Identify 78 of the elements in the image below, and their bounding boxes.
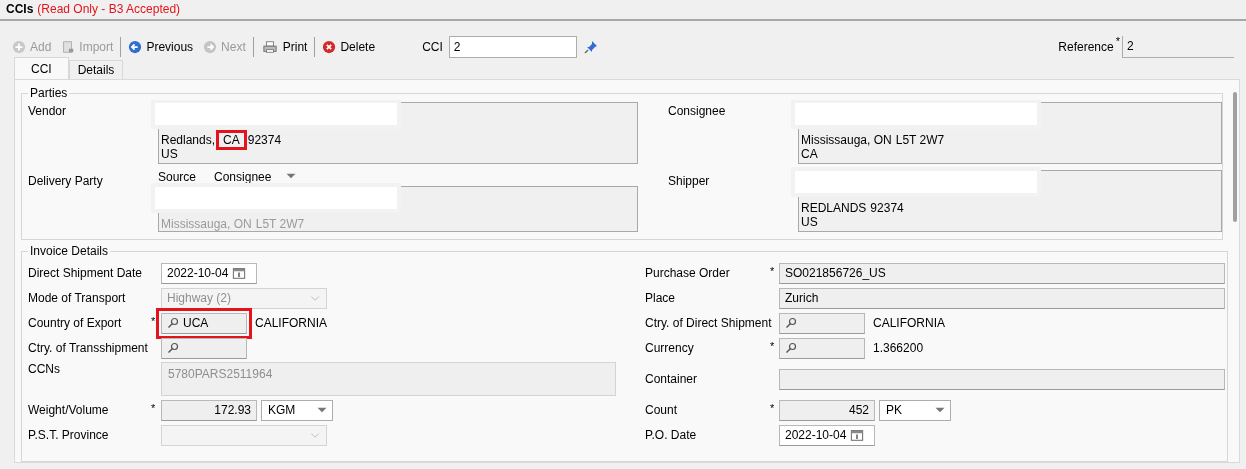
toolbar-button[interactable]: Print [260,39,308,54]
address-text: US [801,215,818,229]
required-asterisk: * [770,340,775,352]
source-label: Source [158,170,197,184]
field-label: Vendor [28,103,68,120]
lookup-field[interactable]: UCA [161,312,247,334]
tab[interactable]: Details [68,60,124,79]
date-field[interactable]: 2022-10-04 [161,262,257,284]
document-icon [61,39,76,54]
lookup-description: CALIFORNIA [873,316,945,330]
text-field[interactable]: SO021856726_US [779,262,1225,284]
address-text: Mississauga, ON [801,133,892,147]
field-label: Mode of Transport [28,291,126,305]
number-field[interactable]: 172.93 [161,399,257,421]
scrollbar[interactable] [1233,92,1237,222]
number-field[interactable]: 452 [779,399,875,421]
required-asterisk: * [770,402,775,414]
field-label: Shipper [668,173,711,190]
field-label: Ctry. of Direct Shipment [645,316,772,330]
field-label: P.S.T. Province [28,428,109,442]
section-title: Invoice Details [29,245,110,258]
unit-dropdown[interactable]: KGM [261,399,333,421]
text-field[interactable] [779,368,1225,390]
search-icon [785,342,797,354]
field-label: Consignee [668,103,727,120]
field-label: Place [645,291,676,305]
pushpin-icon[interactable] [582,38,599,55]
required-asterisk: * [151,402,156,414]
field-label: Currency [645,341,694,355]
address-text: CA [219,133,244,147]
window-title: CCIs [6,2,34,17]
lookup-field[interactable] [161,337,247,359]
status-text: (Read Only - B3 Accepted) [37,2,181,17]
section-title: Parties [29,87,69,100]
field-label: Reference [1058,39,1114,54]
toolbar-button[interactable]: Delete [322,39,376,54]
field-label: Container [645,372,698,386]
required-asterisk: * [151,315,156,327]
tab[interactable]: CCI [14,57,69,79]
search-icon [785,317,797,329]
address-text: REDLANDS [801,201,867,215]
field-label: CCI [422,39,443,54]
field-label: Direct Shipment Date [28,266,143,280]
cci-field[interactable]: 2 [448,35,577,58]
address-text: L5T 2W7 [895,133,945,147]
address-text: CA [801,147,818,161]
field-label: CCNs [28,362,60,376]
lookup-description: CALIFORNIA [255,316,327,330]
field-label: Weight/Volume [28,403,109,417]
address-text: 92374 [247,133,282,147]
required-asterisk: * [770,265,775,277]
reference-field[interactable]: 2 [1122,35,1234,58]
printer-icon [260,39,279,54]
lookup-field[interactable] [779,337,865,359]
address-text: US [161,147,178,161]
address-text: Mississauga, ON [161,217,252,231]
text-field[interactable]: Zurich [779,287,1225,309]
field-label: P.O. Date [645,428,697,442]
search-icon [167,317,179,329]
field-label: Count [645,403,678,417]
lookup-field[interactable] [779,312,865,334]
field-label: Purchase Order [645,266,730,280]
lookup-description: 1.366200 [873,341,924,355]
add-icon [12,39,26,54]
delete-icon [322,39,337,54]
calendar-icon[interactable] [850,428,865,442]
field-label: Ctry. of Transshipment [28,341,148,355]
address-text: 92374 [870,201,904,215]
required-asterisk: * [1115,35,1120,47]
unit-dropdown[interactable]: PK [879,399,951,421]
toolbar-button[interactable]: Previous [128,39,194,54]
address-text: L5T 2W7 [255,217,305,231]
search-icon [167,342,179,354]
address-text: Redlands, [161,133,216,147]
date-field[interactable]: 2022-10-04 [779,424,875,446]
calendar-icon[interactable] [232,266,247,280]
field-label: Delivery Party [28,173,104,190]
field-label: Country of Export [28,316,122,330]
